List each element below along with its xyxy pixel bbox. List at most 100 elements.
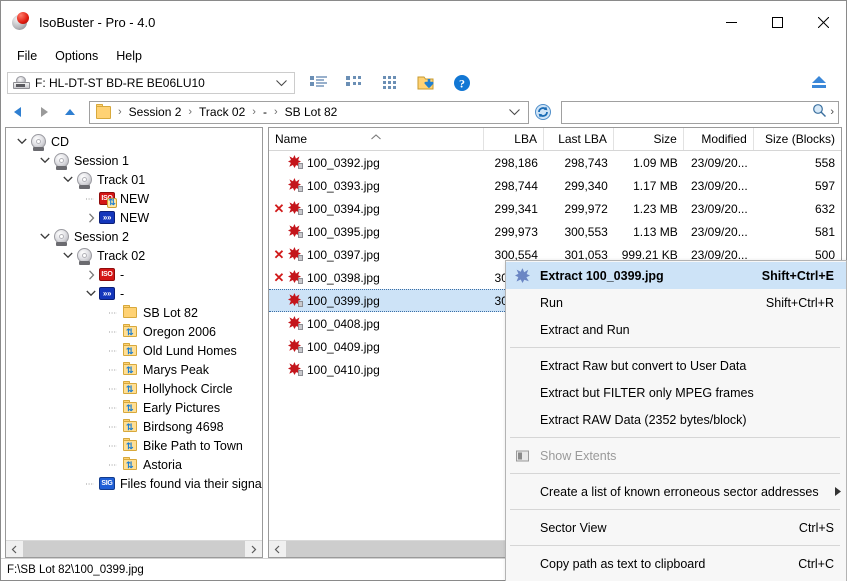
chevron-down-icon[interactable] — [14, 132, 30, 151]
file-name: 100_0392.jpg — [307, 156, 380, 170]
folder-icon — [96, 106, 111, 119]
column-header[interactable]: Last LBA — [544, 128, 614, 150]
tree-leaf-spacer — [106, 436, 122, 455]
up-button[interactable] — [57, 99, 83, 125]
file-name: 100_0393.jpg — [307, 179, 380, 193]
chevron-down-icon[interactable] — [60, 246, 76, 265]
refresh-button[interactable] — [531, 100, 555, 124]
tree-scroll-track[interactable] — [23, 541, 245, 557]
tree-node[interactable]: »»NEW — [8, 208, 262, 227]
context-menu-item[interactable]: Copy path as text to clipboardCtrl+C — [506, 550, 846, 577]
chevron-right-icon[interactable]: › — [827, 106, 836, 118]
tree-node[interactable]: »»- — [8, 284, 262, 303]
drive-selector[interactable]: F: HL-DT-ST BD-RE BE06LU10 — [7, 72, 295, 94]
tree-scroll-thumb[interactable] — [23, 541, 245, 557]
table-row[interactable]: 100_0392.jpg298,186298,7431.09 MB23/09/2… — [269, 151, 841, 174]
folder-link-icon: ⇅ — [122, 438, 139, 454]
tree-node[interactable]: ⇅Hollyhock Circle — [8, 379, 262, 398]
tree-node-label: SB Lot 82 — [139, 306, 198, 320]
search-box[interactable]: › — [561, 101, 839, 124]
tree-node[interactable]: ⇅Bike Path to Town — [8, 436, 262, 455]
tree-node[interactable]: Track 01 — [8, 170, 262, 189]
tree-node[interactable]: SB Lot 82 — [8, 303, 262, 322]
context-menu-label: Copy path as text to clipboard — [540, 557, 705, 571]
tree-hscrollbar[interactable] — [6, 540, 262, 557]
column-header[interactable]: Size (Blocks) — [754, 128, 841, 150]
grid-view-icon[interactable] — [381, 74, 401, 92]
chevron-right-icon[interactable] — [83, 208, 99, 227]
file-name-cell: 100_0410.jpg — [269, 362, 484, 377]
menu-separator — [510, 509, 840, 510]
breadcrumb-item-session-2[interactable]: Session 2 — [127, 104, 184, 120]
chevron-right-icon[interactable] — [83, 265, 99, 284]
cell-last-lba: 299,972 — [544, 202, 614, 216]
extract-folder-icon[interactable] — [417, 74, 437, 92]
column-header[interactable]: Modified — [684, 128, 754, 150]
tree-node[interactable]: ⇅Early Pictures — [8, 398, 262, 417]
minimize-button[interactable] — [708, 1, 754, 43]
chevron-down-icon[interactable] — [60, 170, 76, 189]
tree-leaf-spacer — [106, 455, 122, 474]
file-name-cell: ✕100_0397.jpg — [269, 247, 484, 262]
window-title: IsoBuster - Pro - 4.0 — [39, 15, 155, 30]
table-row[interactable]: 100_0395.jpg299,973300,5531.13 MB23/09/2… — [269, 220, 841, 243]
search-icon[interactable] — [812, 103, 827, 121]
tree-node[interactable]: ⇅Oregon 2006 — [8, 322, 262, 341]
tree-node[interactable]: SIGFiles found via their signature — [8, 474, 262, 493]
maximize-button[interactable] — [754, 1, 800, 43]
context-menu-item[interactable]: Sector ViewCtrl+S — [506, 514, 846, 541]
table-row[interactable]: ✕100_0394.jpg299,341299,9721.23 MB23/09/… — [269, 197, 841, 220]
search-input[interactable] — [567, 104, 812, 120]
menu-options[interactable]: Options — [46, 46, 107, 66]
menu-file[interactable]: File — [8, 46, 46, 66]
tree-node[interactable]: Track 02 — [8, 246, 262, 265]
tree-node[interactable]: ⇅Marys Peak — [8, 360, 262, 379]
breadcrumb-item-udf[interactable]: - — [261, 104, 269, 120]
tree-node[interactable]: ISO⇅NEW — [8, 189, 262, 208]
tree-node[interactable]: ⇅Birdsong 4698 — [8, 417, 262, 436]
column-header[interactable]: LBA — [484, 128, 544, 150]
context-menu-item[interactable]: Extract Raw but convert to User Data — [506, 352, 846, 379]
chevron-down-icon[interactable] — [505, 105, 526, 119]
column-header-label: LBA — [514, 132, 537, 146]
tree-node[interactable]: ⇅Astoria — [8, 455, 262, 474]
eject-button[interactable] — [810, 74, 828, 93]
file-list-header: Name LBA Last LBASizeModifiedSize (Blocks) — [269, 128, 841, 151]
context-menu-item[interactable]: Extract RAW Data (2352 bytes/block) — [506, 406, 846, 433]
context-menu-item[interactable]: Extract and Run — [506, 316, 846, 343]
tree-scroll-left-button[interactable] — [6, 541, 23, 557]
column-header[interactable]: Name — [269, 128, 484, 150]
close-button[interactable] — [800, 1, 846, 43]
context-menu-item[interactable]: RunShift+Ctrl+R — [506, 289, 846, 316]
details-view-icon[interactable] — [345, 74, 365, 92]
breadcrumb-item-sb-lot-82[interactable]: SB Lot 82 — [283, 104, 340, 120]
chevron-down-icon[interactable] — [37, 151, 53, 170]
context-menu-item[interactable]: Extract 100_0399.jpgShift+Ctrl+E — [506, 262, 846, 289]
list-scroll-left-button[interactable] — [269, 541, 286, 557]
tree-node[interactable]: Session 1 — [8, 151, 262, 170]
list-view-icon[interactable] — [309, 74, 329, 92]
udf-badge-icon: »» — [99, 286, 116, 302]
breadcrumb-item-track-02[interactable]: Track 02 — [197, 104, 247, 120]
tree-scroll-right-button[interactable] — [245, 541, 262, 557]
context-menu-item[interactable]: Create a list of known erroneous sector … — [506, 478, 846, 505]
tree-node[interactable]: Session 2 — [8, 227, 262, 246]
chevron-down-icon[interactable] — [37, 227, 53, 246]
help-icon[interactable]: ? — [453, 74, 473, 92]
context-menu-item[interactable]: Extract but FILTER only MPEG frames — [506, 379, 846, 406]
forward-button[interactable] — [31, 99, 57, 125]
table-row[interactable]: 100_0393.jpg298,744299,3401.17 MB23/09/2… — [269, 174, 841, 197]
tree-leaf-spacer — [106, 379, 122, 398]
tree-node[interactable]: CD — [8, 132, 262, 151]
back-button[interactable] — [5, 99, 31, 125]
column-header[interactable]: Size — [614, 128, 684, 150]
tree-node[interactable]: ISO- — [8, 265, 262, 284]
svg-text:?: ? — [459, 77, 465, 91]
menu-help[interactable]: Help — [107, 46, 151, 66]
cell-size: 1.13 MB — [614, 225, 684, 239]
context-menu-label: Extract RAW Data (2352 bytes/block) — [540, 413, 747, 427]
tree-node-label: - — [116, 268, 124, 282]
column-header-label: Name — [275, 132, 307, 146]
chevron-down-icon[interactable] — [83, 284, 99, 303]
tree-node[interactable]: ⇅Old Lund Homes — [8, 341, 262, 360]
